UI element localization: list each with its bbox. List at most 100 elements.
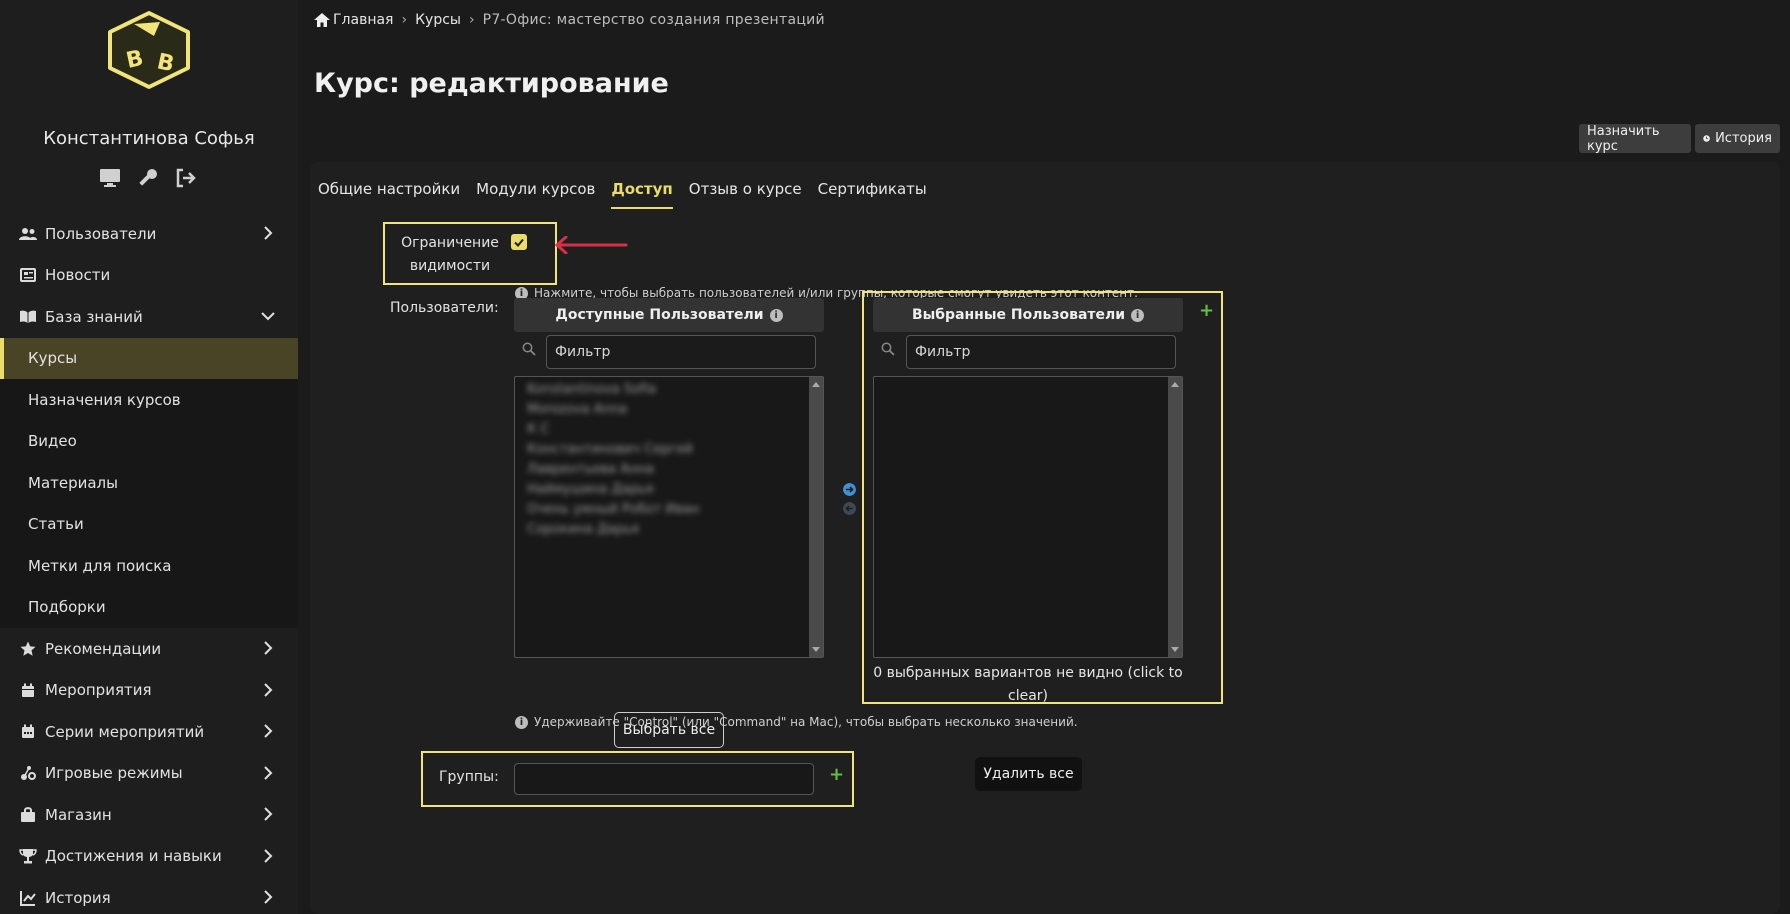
- sidebar-item-label: Магазин: [45, 805, 112, 824]
- sidebar-item-label: История: [45, 888, 111, 907]
- list-item[interactable]: Наймушина Дарья: [515, 480, 823, 500]
- choose-arrow-icon[interactable]: [843, 483, 856, 496]
- visibility-checkbox[interactable]: [511, 234, 527, 250]
- course-edit-panel: Общие настройки Модули курсов Доступ Отзыв …: [310, 162, 1780, 914]
- sidebar-item-label: Мероприятия: [45, 681, 152, 700]
- remove-arrow-icon[interactable]: [843, 502, 856, 515]
- selected-users-title: Выбранные Пользователи: [911, 307, 1126, 323]
- breadcrumb-separator: ›: [468, 12, 475, 28]
- chevron-right-icon: [264, 641, 273, 655]
- sidebar-item-3[interactable]: Курсы: [0, 337, 298, 379]
- available-users-filter[interactable]: [546, 335, 816, 369]
- sidebar-item-6[interactable]: Материалы: [0, 462, 298, 504]
- sidebar-item-label: Серии мероприятий: [45, 722, 205, 741]
- monitor-icon[interactable]: [98, 166, 122, 190]
- sidebar-item-14[interactable]: Магазин: [0, 794, 298, 836]
- home-icon[interactable]: [314, 13, 330, 27]
- available-users-scrollbar[interactable]: [809, 377, 823, 657]
- sidebar-item-label: Видео: [28, 432, 77, 451]
- sidebar-item-1[interactable]: Новости: [0, 255, 298, 297]
- sidebar-item-9[interactable]: Подборки: [0, 586, 298, 628]
- sidebar-item-13[interactable]: Игровые режимы: [0, 753, 298, 795]
- newspaper-icon: [19, 266, 37, 284]
- sidebar-item-16[interactable]: История: [0, 877, 298, 914]
- sidebar-item-10[interactable]: Рекомендации: [0, 628, 298, 670]
- search-icon: [881, 342, 895, 356]
- list-item[interactable]: Konstantinova Sofia: [515, 380, 823, 400]
- sidebar-item-15[interactable]: Достижения и навыки: [0, 836, 298, 878]
- clock-icon: [1703, 135, 1710, 142]
- selected-users-filter[interactable]: [906, 335, 1176, 369]
- search-icon: [522, 342, 536, 356]
- chevron-right-icon: [264, 226, 273, 240]
- breadcrumb-courses[interactable]: Курсы: [415, 12, 461, 28]
- tab-1[interactable]: Модули курсов: [476, 180, 595, 209]
- list-item[interactable]: Лаврентьева Анна: [515, 460, 823, 480]
- sidebar-item-label: Назначения курсов: [28, 390, 181, 409]
- history-button[interactable]: История: [1695, 124, 1780, 153]
- breadcrumb-separator: ›: [401, 12, 408, 28]
- tab-2[interactable]: Доступ: [611, 180, 673, 209]
- key-icon[interactable]: [136, 166, 160, 190]
- sidebar-item-label: Подборки: [28, 598, 106, 617]
- sidebar-item-label: Метки для поиска: [28, 556, 172, 575]
- sidebar-item-5[interactable]: Видео: [0, 420, 298, 462]
- users-icon: [19, 225, 37, 243]
- list-item[interactable]: Очень умный Робот Иван: [515, 500, 823, 520]
- add-group-icon[interactable]: +: [829, 764, 844, 785]
- sidebar-item-label: Рекомендации: [45, 639, 162, 658]
- groups-input[interactable]: [514, 763, 814, 795]
- remove-all-label: Удалить все: [983, 766, 1074, 782]
- selected-users-header: Выбранные Пользователи i: [873, 298, 1183, 332]
- calendar-series-icon: [19, 723, 37, 741]
- tab-3[interactable]: Отзыв о курсе: [689, 180, 802, 209]
- breadcrumb: Главная › Курсы › Р7-Офис: мастерство со…: [314, 12, 825, 28]
- list-item[interactable]: Morozova Anna: [515, 400, 823, 420]
- sidebar-item-4[interactable]: Назначения курсов: [0, 379, 298, 421]
- list-item[interactable]: Сорокина Дарья: [515, 520, 823, 540]
- multi-select-help-text: Удерживайте "Control" (или "Command" на …: [534, 715, 1078, 729]
- selected-users-scrollbar[interactable]: [1168, 377, 1182, 657]
- sidebar-item-2[interactable]: База знаний: [0, 296, 298, 338]
- selected-users-list[interactable]: [873, 376, 1183, 658]
- sidebar-item-8[interactable]: Метки для поиска: [0, 545, 298, 587]
- sidebar-item-label: Новости: [45, 266, 111, 285]
- gamepad-icon: [19, 764, 37, 782]
- calendar-icon: [19, 681, 37, 699]
- logo-icon[interactable]: B B: [104, 10, 194, 90]
- chevron-right-icon: [264, 848, 273, 863]
- assign-course-button[interactable]: Назначить курс: [1579, 123, 1691, 154]
- history-label: История: [1715, 131, 1772, 146]
- chevron-right-icon: [264, 724, 273, 738]
- info-icon: i: [769, 308, 783, 322]
- sidebar-item-12[interactable]: Серии мероприятий: [0, 711, 298, 753]
- groups-label: Группы:: [439, 769, 499, 785]
- tab-0[interactable]: Общие настройки: [318, 180, 460, 209]
- chevron-right-icon: [264, 682, 273, 697]
- breadcrumb-home[interactable]: Главная: [333, 12, 393, 28]
- sidebar-item-0[interactable]: Пользователи: [0, 213, 298, 255]
- visibility-label-line2: видимости: [409, 258, 491, 274]
- list-item[interactable]: Константинович Сергей: [515, 440, 823, 460]
- chart-icon: [19, 889, 37, 907]
- hidden-selected-notice[interactable]: 0 выбранных вариантов не видно (click to…: [873, 662, 1183, 708]
- add-user-icon[interactable]: +: [1199, 300, 1214, 321]
- page-title: Курс: редактирование: [314, 68, 669, 99]
- available-users-title: Доступные Пользователи: [555, 307, 764, 323]
- assign-course-label: Назначить курс: [1587, 123, 1660, 154]
- sidebar-item-7[interactable]: Статьи: [0, 503, 298, 545]
- list-item[interactable]: К С: [515, 420, 823, 440]
- users-label: Пользователи:: [390, 300, 499, 316]
- logout-icon[interactable]: [174, 166, 198, 190]
- remove-all-button[interactable]: Удалить все: [975, 757, 1082, 791]
- chevron-right-icon: [264, 765, 273, 780]
- visibility-label-line1: Ограничение: [401, 235, 499, 251]
- star-icon: [19, 640, 37, 658]
- chevron-right-icon: [264, 807, 273, 821]
- info-icon: i: [515, 715, 528, 729]
- available-users-list[interactable]: Konstantinova Sofia Morozova Anna К С Конст…: [514, 376, 824, 658]
- sidebar: B B Константинова Софья Пользователи Ново…: [0, 0, 298, 914]
- tab-4[interactable]: Сертификаты: [818, 180, 927, 209]
- sidebar-item-label: Статьи: [28, 515, 84, 534]
- sidebar-item-11[interactable]: Мероприятия: [0, 670, 298, 712]
